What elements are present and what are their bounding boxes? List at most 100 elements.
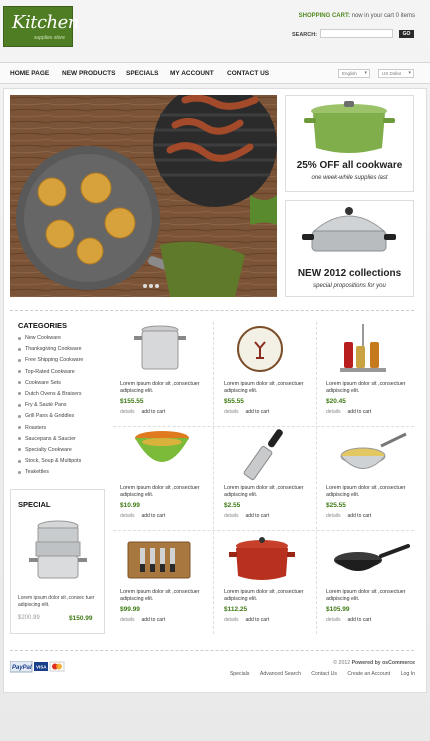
category-item[interactable]: Fry & Sauté Pans [18, 402, 83, 413]
product-price: $105.99 [326, 606, 350, 613]
copyright-year: © 2012 [333, 660, 351, 666]
grid-divider [316, 322, 317, 634]
category-item[interactable]: Roasters [18, 425, 83, 436]
footer-link-log-in[interactable]: Log In [401, 671, 415, 677]
nav-new-products[interactable]: NEW PRODUCTS [62, 70, 115, 77]
footer-link-advanced-search[interactable]: Advanced Search [260, 671, 301, 677]
category-item[interactable]: Stock, Soup & Multipots [18, 458, 83, 469]
sauce-pan-icon [340, 432, 407, 469]
language-select[interactable]: English [338, 69, 370, 78]
product-description: Lorem ipsum dolor sit ,consectuer adipis… [120, 485, 200, 498]
product-price: $155.55 [120, 398, 144, 405]
promo-cookware-sale[interactable]: 25% OFF all cookware one week-while supp… [285, 95, 414, 192]
nav-contact-us[interactable]: CONTACT US [227, 70, 269, 77]
cart-label: SHOPPING CART: [298, 13, 350, 19]
cruet-set-icon [340, 324, 386, 372]
nav-specials[interactable]: SPECIALS [126, 70, 159, 77]
category-item[interactable]: Dutch Ovens & Braisers [18, 391, 83, 402]
details-link[interactable]: details [120, 409, 134, 415]
details-link[interactable]: details [224, 513, 238, 519]
special-new-price: $150.99 [69, 615, 93, 622]
product-card[interactable]: Lorem ipsum dolor sit ,consectuer adipis… [326, 322, 418, 422]
footer-link-contact-us[interactable]: Contact Us [311, 671, 337, 677]
footer-links: Specials Advanced Search Contact Us Crea… [221, 671, 415, 677]
currency-select[interactable]: US Dollar [378, 69, 414, 78]
add-to-cart-link[interactable]: add to cart [245, 617, 269, 623]
product-description: Lorem ipsum dolor sit ,consectuer adipis… [326, 381, 406, 394]
category-item[interactable]: Saucepans & Saucier [18, 436, 83, 447]
slider-dot[interactable] [149, 284, 153, 288]
promo-subtitle: one week-while supplies last [311, 175, 388, 181]
silver-pot-image [302, 207, 396, 252]
slider-dot[interactable] [155, 284, 159, 288]
product-price: $25.55 [326, 502, 346, 509]
steamer-pot-image[interactable] [26, 518, 91, 583]
category-list: New Cookware Thanksgiving Cookware Free … [18, 335, 83, 480]
promo-new-collections[interactable]: NEW 2012 collections special proposition… [285, 200, 414, 297]
product-price: $55.55 [224, 398, 244, 405]
footer-link-specials[interactable]: Specials [230, 671, 250, 677]
add-to-cart-link[interactable]: add to cart [141, 617, 165, 623]
slider-dots [143, 284, 161, 290]
search-label: SEARCH: [292, 32, 318, 38]
category-item[interactable]: Specialty Cookware [18, 447, 83, 458]
category-item[interactable]: Cookware Sets [18, 380, 83, 391]
hero-slider[interactable] [10, 95, 277, 297]
wok-icon [334, 544, 410, 571]
logo-subtitle: supplies store [34, 35, 65, 41]
add-to-cart-link[interactable]: add to cart [245, 513, 269, 519]
nav-home[interactable]: HOME PAGE [10, 70, 49, 77]
details-link[interactable]: details [326, 513, 340, 519]
product-description: Lorem ipsum dolor sit ,consectuer adipis… [224, 485, 304, 498]
product-card[interactable]: Lorem ipsum dolor sit ,consectuer adipis… [224, 426, 316, 526]
product-card[interactable]: Lorem ipsum dolor sit ,consectuer adipis… [224, 530, 316, 630]
special-title: SPECIAL [18, 500, 51, 509]
grid-divider [213, 322, 214, 634]
green-pot-image [304, 101, 395, 153]
product-price: $20.45 [326, 398, 346, 405]
powered-by-link[interactable]: Powered by osCommerce [352, 660, 415, 666]
category-item[interactable]: Top-Rated Cookware [18, 369, 83, 380]
product-description: Lorem ipsum dolor sit ,consectuer adipis… [120, 381, 200, 394]
slider-dot[interactable] [143, 284, 147, 288]
search-go-button[interactable]: GO [399, 30, 414, 38]
product-card[interactable]: Lorem ipsum dolor sit ,consectuer adipis… [326, 426, 418, 526]
product-card[interactable]: Lorem ipsum dolor sit ,consectuer adipis… [120, 530, 212, 630]
add-to-cart-link[interactable]: add to cart [347, 617, 371, 623]
category-item[interactable]: Grill Pans & Griddles [18, 413, 83, 424]
category-item[interactable]: Thanksgiving Cookware [18, 346, 83, 357]
category-item[interactable]: Free Shipping Cookware [18, 357, 83, 368]
categories-title: CATEGORIES [18, 321, 68, 330]
add-to-cart-link[interactable]: add to cart [141, 513, 165, 519]
plate-icon [237, 326, 283, 372]
details-link[interactable]: details [224, 409, 238, 415]
product-card[interactable]: Lorem ipsum dolor sit ,consectuer adipis… [120, 426, 212, 526]
add-to-cart-link[interactable]: add to cart [347, 513, 371, 519]
details-link[interactable]: details [120, 617, 134, 623]
add-to-cart-link[interactable]: add to cart [141, 409, 165, 415]
logo[interactable]: Kitchen supplies store [3, 6, 79, 47]
product-card[interactable]: Lorem ipsum dolor sit ,consectuer adipis… [224, 322, 316, 422]
search-input[interactable] [320, 29, 393, 38]
details-link[interactable]: details [224, 617, 238, 623]
cart-text: now in your cart 0 items [349, 13, 415, 19]
special-old-price: $200.99 [18, 615, 40, 621]
special-box: SPECIAL Lorem ipsum dolor sit ,consec tu… [10, 489, 105, 634]
product-card[interactable]: Lorem ipsum dolor sit ,consectuer adipis… [326, 530, 418, 630]
copyright: © 2012 Powered by osCommerce [333, 660, 415, 666]
svg-text:VISA: VISA [36, 665, 47, 670]
details-link[interactable]: details [326, 617, 340, 623]
divider [10, 310, 414, 311]
add-to-cart-link[interactable]: add to cart [245, 409, 269, 415]
details-link[interactable]: details [120, 513, 134, 519]
details-link[interactable]: details [326, 409, 340, 415]
shopping-cart-status[interactable]: SHOPPING CART: now in your cart 0 items [299, 13, 415, 19]
product-price: $10.99 [120, 502, 140, 509]
product-card[interactable]: Lorem ipsum dolor sit ,consectuer adipis… [120, 322, 212, 422]
nav-my-account[interactable]: MY ACCOUNT [170, 70, 214, 77]
footer-link-create-account[interactable]: Create an Account [347, 671, 390, 677]
add-to-cart-link[interactable]: add to cart [347, 409, 371, 415]
product-price: $2.55 [224, 502, 241, 509]
category-item[interactable]: Teakettles [18, 469, 83, 480]
category-item[interactable]: New Cookware [18, 335, 83, 346]
